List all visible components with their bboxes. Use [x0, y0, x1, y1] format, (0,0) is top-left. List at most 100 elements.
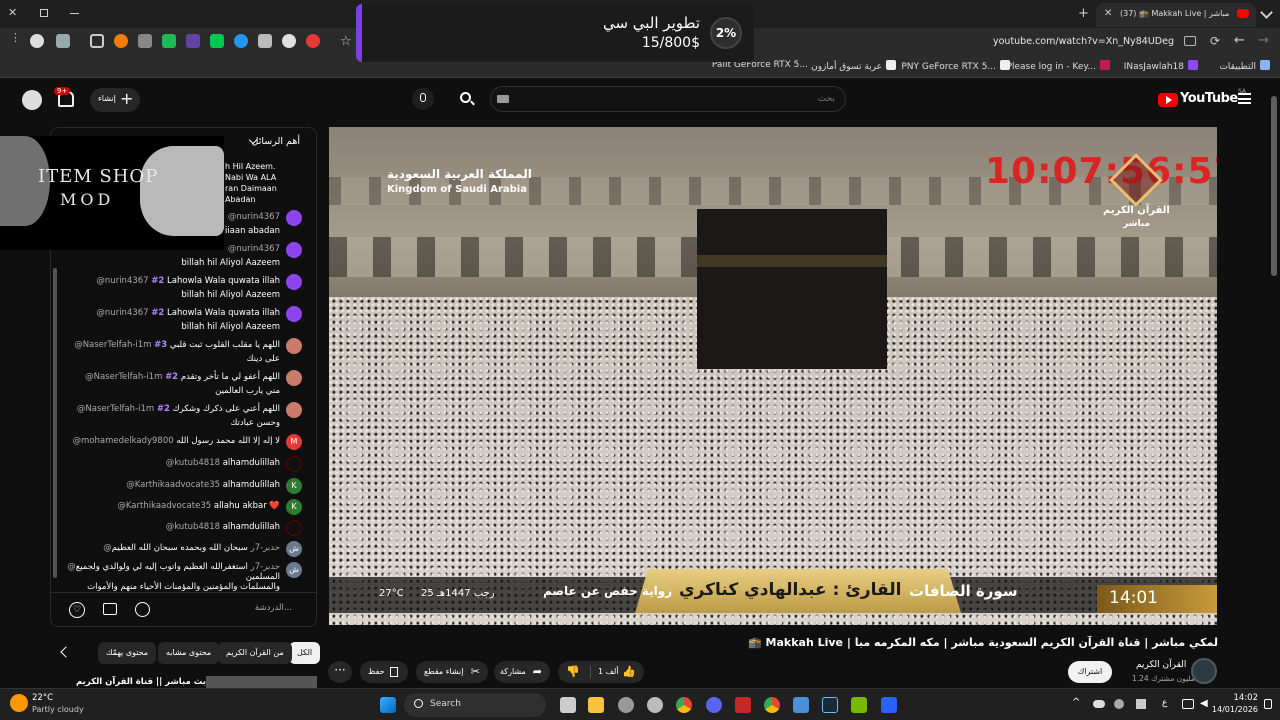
browser-menu-icon[interactable]: ⋮	[10, 32, 21, 43]
steam-icon[interactable]	[822, 697, 838, 713]
page-scrollbar[interactable]	[1270, 88, 1278, 688]
file-explorer-icon[interactable]	[588, 697, 604, 713]
subscribe-button[interactable]: اشتراك	[1068, 661, 1112, 683]
channel-name[interactable]: القرآن الكريم	[1136, 660, 1186, 670]
clock-time[interactable]: 14:02	[1222, 693, 1259, 703]
chat-message[interactable]: @kutub4818 alhamdulillah	[62, 456, 302, 472]
chat-message[interactable]: @NaserTelfah-i1m #3 اللهم يا مقلب القلوب…	[62, 338, 302, 366]
more-actions-button[interactable]: ···	[328, 661, 352, 683]
video-player[interactable]: المملكة العربية السعودية Kingdom of Saud…	[329, 127, 1217, 625]
discord-icon[interactable]	[706, 697, 722, 713]
extension-icon-6[interactable]	[186, 34, 200, 48]
save-button[interactable]: حفظ	[360, 661, 408, 683]
notification-center-icon[interactable]	[1264, 699, 1272, 709]
clip-button[interactable]: إنشاء مقطع ✂	[416, 661, 488, 683]
chat-message[interactable]: K @Karthikaadvocate35 allahu akbar ❤️	[62, 499, 302, 515]
avatar[interactable]	[286, 370, 302, 386]
bookmark-inasjawlah[interactable]: INasJawlah18	[1124, 60, 1198, 72]
avatar[interactable]	[286, 274, 302, 290]
chip-all[interactable]: الكل	[289, 642, 321, 664]
active-app-icon[interactable]	[793, 697, 809, 713]
avatar[interactable]	[286, 242, 302, 258]
avatar[interactable]	[286, 402, 302, 418]
avatar[interactable]: M	[286, 434, 302, 450]
forward-icon[interactable]: →	[1258, 33, 1269, 48]
input-language[interactable]: ع	[1162, 698, 1167, 708]
clock-date[interactable]: 14/01/2026	[1206, 705, 1258, 714]
tab-list-icon[interactable]	[1260, 6, 1273, 19]
chrome-profile-icon[interactable]	[764, 697, 780, 713]
avatar[interactable]	[286, 338, 302, 354]
volume-icon[interactable]	[258, 34, 272, 48]
avatar[interactable]: ش	[286, 562, 302, 578]
taskbar-app-icon-2[interactable]	[735, 697, 751, 713]
chat-scrollbar[interactable]	[53, 268, 57, 578]
chip-related[interactable]: محتوى مشابه	[158, 642, 220, 664]
extension-icon-2[interactable]	[90, 34, 104, 48]
chat-message[interactable]: @nurin4367 #2 Lahowla Wala quwata illah b…	[62, 306, 302, 334]
scrollbar-thumb[interactable]	[1271, 96, 1277, 276]
extension-icon-3[interactable]	[114, 34, 128, 48]
like-button[interactable]: 👍	[622, 661, 636, 683]
bookmark-amazon[interactable]: عربة تسوق أمازون	[811, 60, 896, 72]
weather-icon[interactable]	[10, 694, 28, 712]
dislike-button[interactable]: 👎	[566, 661, 580, 683]
search-button[interactable]	[454, 88, 480, 110]
extension-icon-7[interactable]	[210, 34, 224, 48]
address-bar[interactable]: youtube.com/watch?v=Xn_Ny84UDeg	[760, 31, 1200, 53]
share-button[interactable]: مشاركة ➦	[494, 661, 550, 683]
create-button[interactable]: إنشاء +	[90, 88, 140, 112]
window-maximize-button[interactable]	[40, 9, 48, 17]
avatar[interactable]: K	[286, 499, 302, 515]
window-close-button[interactable]: ✕	[8, 7, 18, 18]
taskbar-app-icon-1[interactable]	[618, 697, 634, 713]
weather-temp[interactable]: 22°C	[32, 693, 53, 703]
chips-prev-icon[interactable]	[60, 646, 72, 658]
guide-menu-icon[interactable]	[1238, 93, 1251, 104]
bookmark-keydrop[interactable]: Please log in - Key...	[1007, 60, 1110, 72]
chip-from-channel[interactable]: من القرآن الكريم	[218, 642, 292, 664]
channel-avatar[interactable]	[1191, 658, 1217, 684]
task-view-icon[interactable]	[560, 697, 576, 713]
avatar[interactable]: ش	[286, 541, 302, 557]
voice-search-icon[interactable]	[412, 88, 434, 110]
chat-input[interactable]: الدردشة...	[255, 603, 292, 613]
tray-icon-1[interactable]	[1114, 699, 1124, 709]
avatar[interactable]	[286, 520, 302, 536]
related-video-item[interactable]: بث مباشر || قناة القرآن الكريم Makkah	[76, 676, 317, 688]
extension-icon-10[interactable]	[306, 34, 320, 48]
chat-message[interactable]: M @mohamedelkady9800 لا إله إلا الله محم…	[62, 434, 302, 450]
heart-icon[interactable]: ♡	[69, 602, 85, 618]
avatar[interactable]	[22, 90, 42, 110]
chat-message[interactable]: ش @حدبر-7ر سبحان الله وبحمده سبحان الله …	[62, 541, 302, 557]
chat-message[interactable]: K @Karthikaadvocate35 alhamdulillah	[62, 478, 302, 494]
keyboard-icon[interactable]	[497, 95, 509, 103]
chat-message[interactable]: @NaserTelfah-i1m #2 اللهم أعفو لي ما تأخ…	[62, 370, 302, 398]
chip-for-you[interactable]: محتوى يهمّك	[98, 642, 157, 664]
start-button[interactable]	[380, 697, 396, 713]
bookmark-pny[interactable]: PNY GeForce RTX 5...	[901, 60, 1010, 72]
chat-message[interactable]: @nurin4367 #2 Lahowla Wala quwata illah b…	[62, 274, 302, 302]
emoji-icon[interactable]	[135, 602, 150, 617]
chat-message[interactable]: @NaserTelfah-i1m #2 اللهم أعني على ذكرك …	[62, 402, 302, 430]
tab-close-icon[interactable]: ✕	[1104, 8, 1112, 19]
site-settings-icon[interactable]	[1184, 36, 1196, 46]
search-input[interactable]	[491, 87, 845, 111]
avatar[interactable]	[286, 210, 302, 226]
extension-icon-1[interactable]	[56, 34, 70, 48]
extension-icon-5[interactable]	[162, 34, 176, 48]
tray-overflow-icon[interactable]: ^	[1072, 697, 1080, 708]
profile-extension-icon[interactable]	[30, 34, 44, 48]
active-tab[interactable]: ✕ (37) 🕋 Makkah Live | مباشر	[1096, 3, 1256, 27]
reload-icon[interactable]: ⟳	[1210, 34, 1220, 48]
extension-icon-4[interactable]	[138, 34, 152, 48]
nvidia-icon[interactable]	[851, 697, 867, 713]
settings-gear-icon[interactable]	[647, 697, 663, 713]
chat-message[interactable]: @kutub4818 alhamdulillah	[62, 520, 302, 536]
super-chat-icon[interactable]	[103, 603, 117, 615]
avatar[interactable]: K	[286, 478, 302, 494]
taskbar-search[interactable]: Search	[404, 693, 546, 717]
avatar[interactable]	[286, 456, 302, 472]
extension-icon-8[interactable]	[234, 34, 248, 48]
network-icon[interactable]	[1182, 699, 1194, 709]
